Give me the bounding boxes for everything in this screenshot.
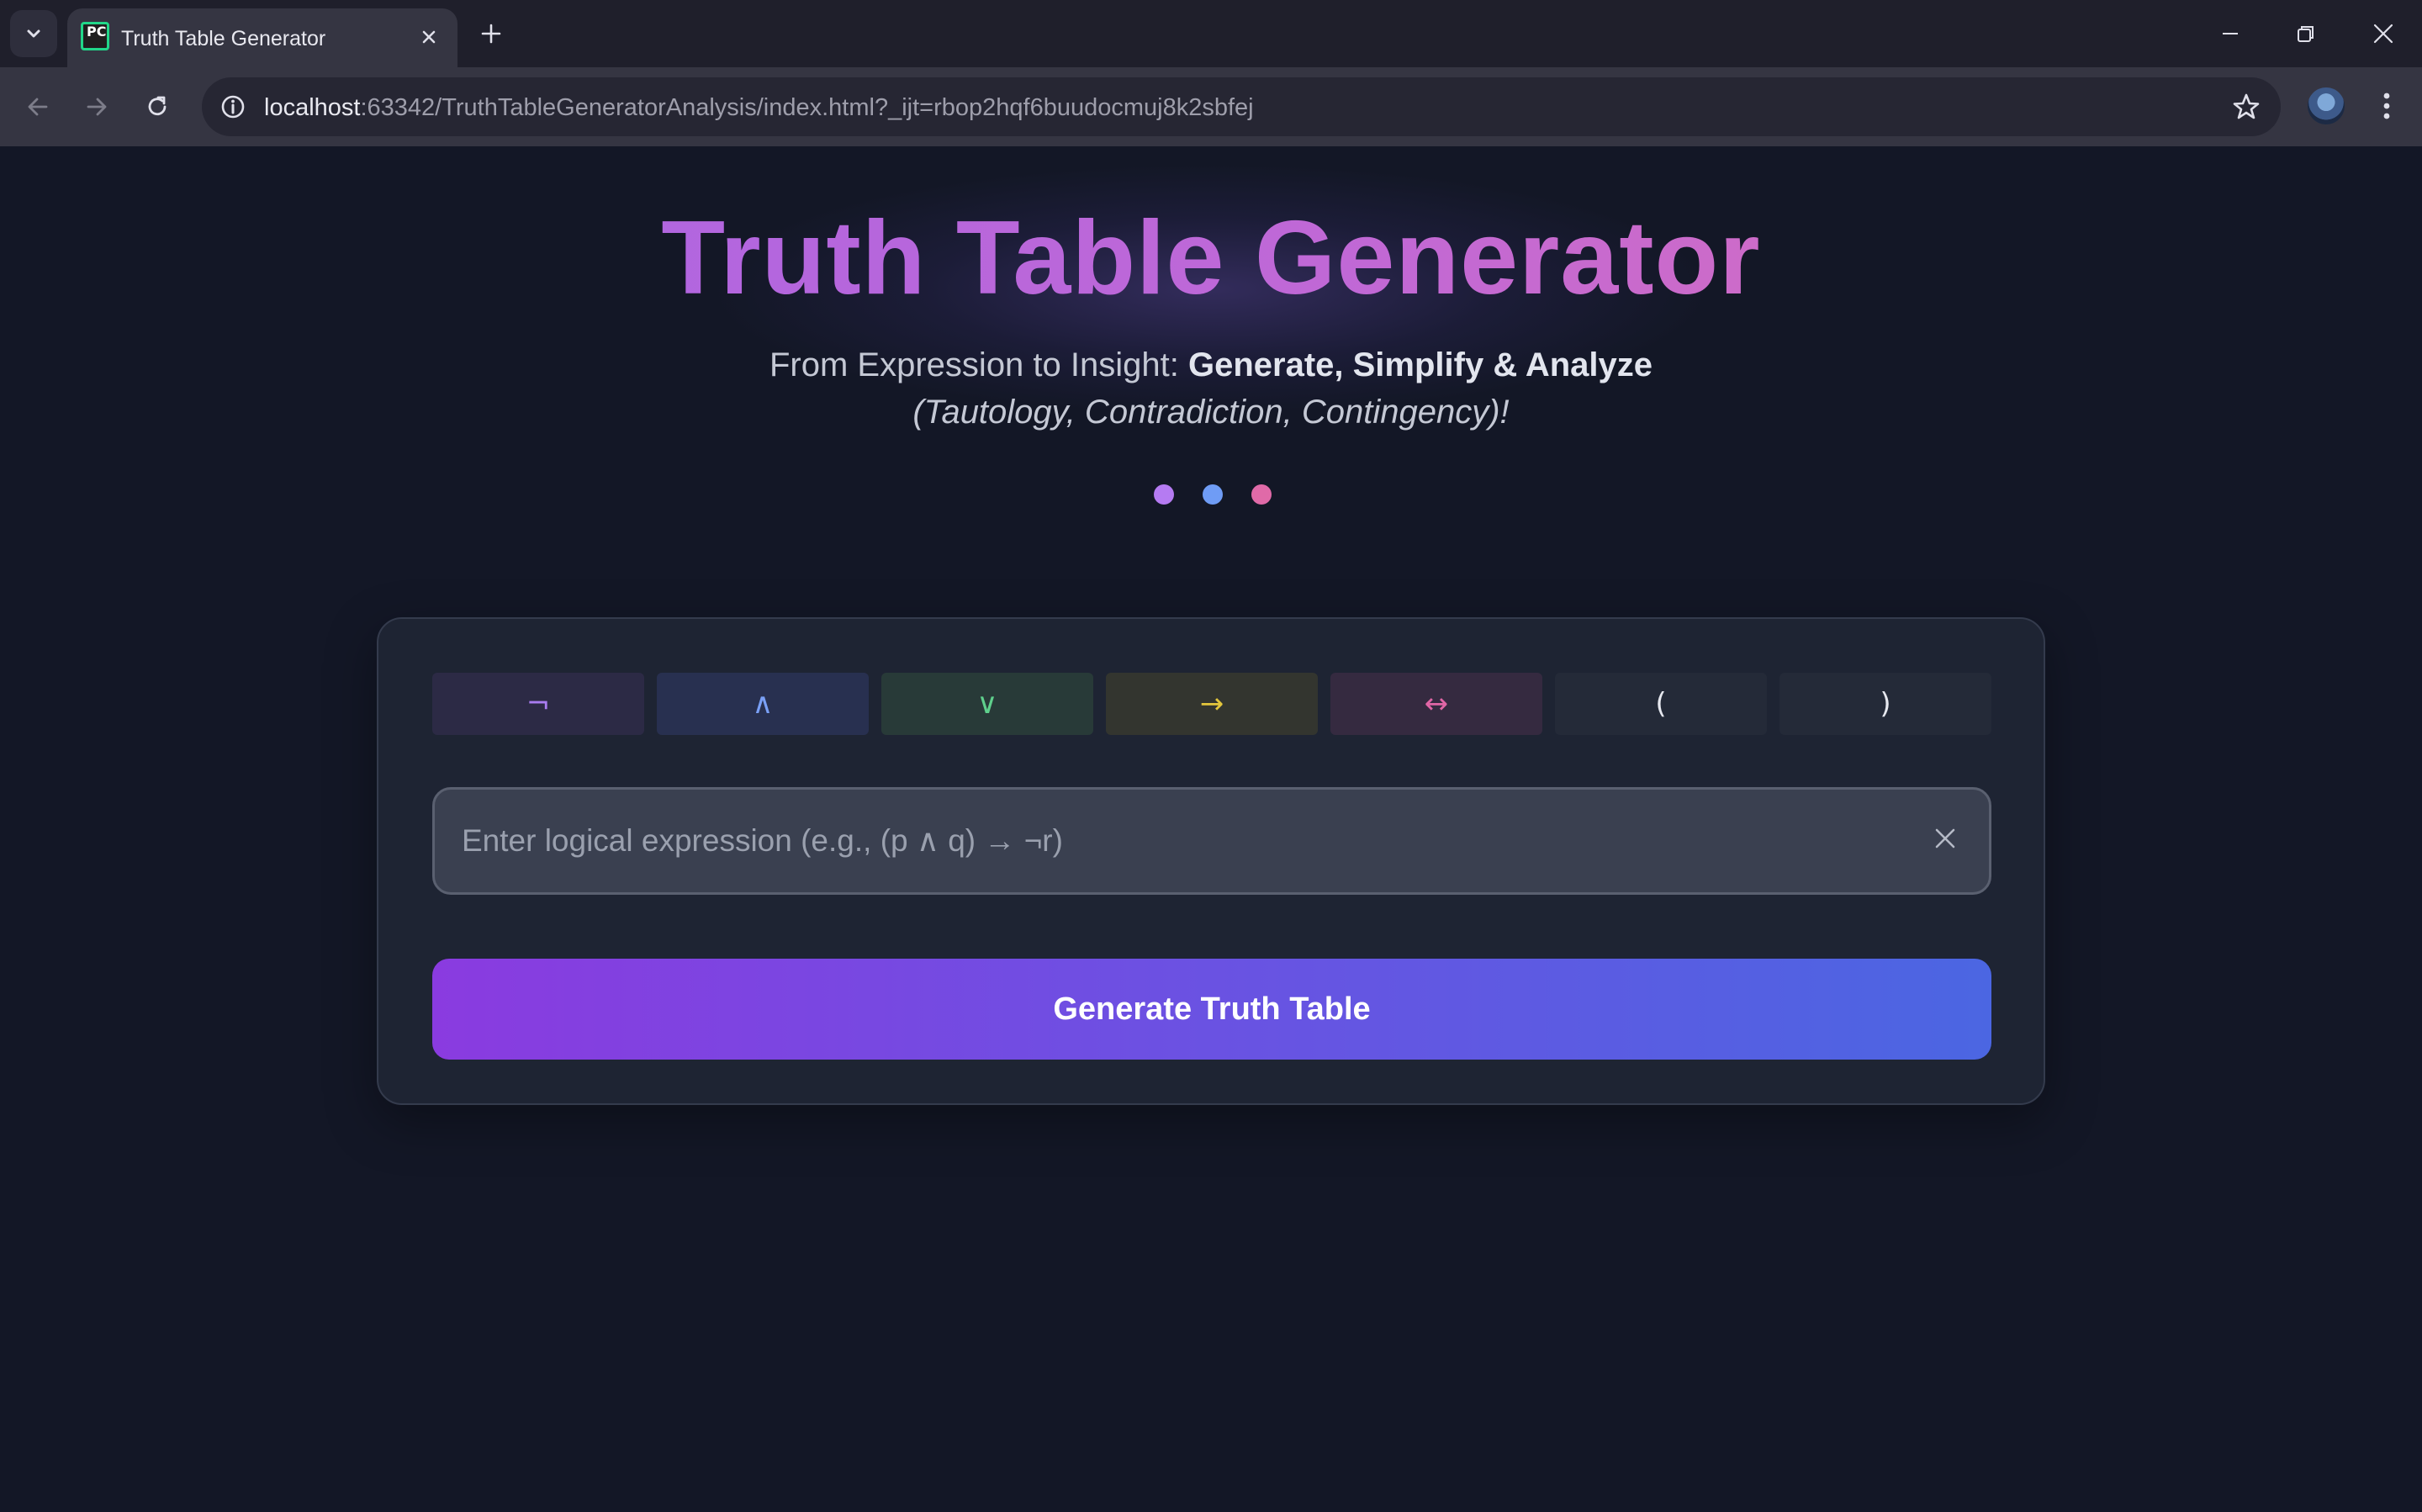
address-bar[interactable]: localhost:63342/TruthTableGeneratorAnaly…: [202, 77, 2281, 136]
profile-avatar[interactable]: [2308, 87, 2345, 124]
tab-title: Truth Table Generator: [121, 27, 326, 50]
operator-not-button[interactable]: ¬: [432, 673, 644, 735]
browser-titlebar: PC Truth Table Generator: [0, 0, 2422, 67]
operator-and-button[interactable]: ∧: [657, 673, 869, 735]
close-paren-button[interactable]: ): [1779, 673, 1991, 735]
subtitle-italic: (Tautology, Contradiction, Contingency)!: [912, 394, 1510, 431]
page-title: Truth Table Generator: [0, 198, 2422, 318]
minimize-icon[interactable]: [2210, 13, 2250, 54]
dot-purple: [1154, 484, 1174, 505]
pycharm-favicon-icon: PC: [81, 22, 109, 50]
url-host: localhost: [264, 94, 361, 121]
reload-icon[interactable]: [136, 86, 178, 128]
open-paren-button[interactable]: (: [1555, 673, 1767, 735]
back-arrow-icon[interactable]: [17, 86, 59, 128]
expression-input[interactable]: [462, 790, 1891, 892]
operator-biconditional-button[interactable]: ↔: [1330, 673, 1542, 735]
page-subtitle: From Expression to Insight: Generate, Si…: [0, 346, 2422, 384]
operator-toolbar: ¬ ∧ ∨ → ↔ ( ): [432, 673, 1991, 735]
operator-or-button[interactable]: ∨: [881, 673, 1093, 735]
expression-field: [432, 787, 1991, 895]
expression-card: ¬ ∧ ∨ → ↔ ( ) Generate Truth Table: [377, 617, 2045, 1105]
more-vert-icon[interactable]: [2368, 87, 2405, 124]
url-text[interactable]: localhost:63342/TruthTableGeneratorAnaly…: [264, 94, 1254, 122]
browser-tab[interactable]: PC Truth Table Generator: [67, 8, 457, 67]
decorative-dots: [1154, 484, 1272, 506]
browser-toolbar: localhost:63342/TruthTableGeneratorAnaly…: [0, 67, 2422, 146]
page-content: Truth Table Generator From Expression to…: [0, 146, 2422, 1512]
close-window-icon[interactable]: [2363, 13, 2403, 54]
star-icon[interactable]: [2229, 89, 2264, 124]
dot-pink: [1251, 484, 1272, 505]
tab-search-icon[interactable]: [10, 10, 57, 57]
subtitle-prefix: From Expression to Insight:: [769, 346, 1188, 383]
forward-arrow-icon[interactable]: [76, 86, 118, 128]
operator-implies-button[interactable]: →: [1106, 673, 1318, 735]
dot-blue: [1203, 484, 1223, 505]
subtitle-highlight: Generate, Simplify & Analyze: [1187, 346, 1653, 383]
restore-icon[interactable]: [2286, 13, 2326, 54]
generate-truth-table-button[interactable]: Generate Truth Table: [432, 959, 1991, 1060]
url-path: :63342/TruthTableGeneratorAnalysis/index…: [360, 94, 1254, 121]
clear-icon[interactable]: [1927, 820, 1964, 857]
site-info-icon[interactable]: [214, 87, 252, 126]
close-icon[interactable]: [417, 25, 441, 49]
plus-icon[interactable]: [473, 15, 510, 52]
